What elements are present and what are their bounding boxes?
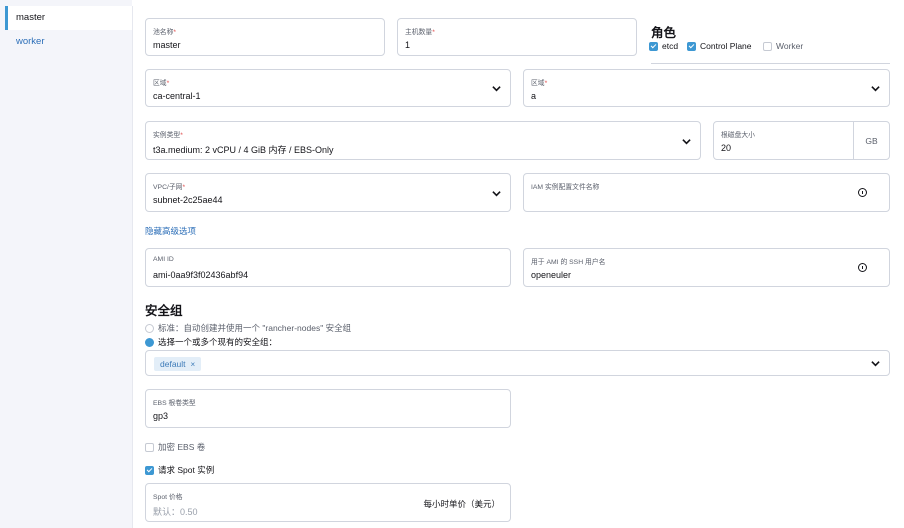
chevron-down-icon xyxy=(871,361,880,367)
pool-config-panel: 池名称* master 主机数量* 1 角色 etcd Control Plan… xyxy=(132,6,904,528)
worker-checkbox[interactable]: Worker xyxy=(763,41,803,51)
pool-name-field[interactable]: 池名称* master xyxy=(145,18,385,56)
sidebar-item-label: worker xyxy=(16,36,45,47)
instance-type-select[interactable]: 实例类型* t3a.medium: 2 vCPU / 4 GiB 内存 / EB… xyxy=(145,121,701,160)
root-disk-size-label: 根磁盘大小 xyxy=(721,132,755,139)
security-group-title: 安全组 xyxy=(145,304,183,318)
ebs-volume-type-label: EBS 根卷类型 xyxy=(153,400,196,407)
iam-profile-field[interactable]: IAM 实例配置文件名称 xyxy=(523,173,890,212)
security-group-select[interactable]: default × xyxy=(145,350,890,376)
etcd-label: etcd xyxy=(662,41,679,51)
roles-title: 角色 xyxy=(651,26,677,40)
checkbox-unchecked-icon xyxy=(145,442,154,452)
sidebar-item-worker[interactable]: worker xyxy=(5,30,132,54)
ssh-user-field[interactable]: 用于 AMI 的 SSH 用户名 openeuler xyxy=(523,248,890,287)
instance-type-label: 实例类型 xyxy=(153,132,181,139)
chevron-down-icon xyxy=(492,86,501,92)
checkbox-unchecked-icon xyxy=(763,41,772,51)
checkbox-checked-icon xyxy=(687,41,696,51)
ssh-user-value: openeuler xyxy=(531,270,572,280)
standard-security-label: 标准：自动创建并使用一个 "rancher-nodes" 安全组 xyxy=(158,323,352,333)
radio-unchecked-icon xyxy=(145,323,154,333)
control-plane-label: Control Plane xyxy=(700,41,752,51)
ami-id-value: ami-0aa9f3f02436abf94 xyxy=(153,270,249,280)
pool-sidebar: master worker xyxy=(0,0,132,528)
chevron-down-icon xyxy=(492,190,501,196)
info-icon[interactable] xyxy=(858,188,867,197)
existing-security-label: 选择一个或多个现有的安全组： xyxy=(158,337,278,347)
etcd-checkbox[interactable]: etcd xyxy=(649,41,678,51)
spot-price-label: Spot 价格 xyxy=(153,494,183,501)
spot-instance-label: 请求 Spot 实例 xyxy=(158,465,215,475)
spot-price-field[interactable]: Spot 价格 默认：0.50 每小时单价（美元） xyxy=(145,483,511,522)
pool-name-value: master xyxy=(153,40,181,50)
encrypt-ebs-checkbox[interactable]: 加密 EBS 卷 xyxy=(145,441,205,453)
iam-profile-label: IAM 实例配置文件名称 xyxy=(531,184,600,191)
region-select[interactable]: 区域* ca-central-1 xyxy=(145,69,511,107)
root-disk-size-value: 20 xyxy=(721,143,732,153)
radio-checked-icon xyxy=(145,337,154,347)
pool-name-label: 池名称 xyxy=(153,29,174,36)
node-count-label: 主机数量 xyxy=(405,29,433,36)
chevron-down-icon xyxy=(682,138,691,144)
ami-id-label: AMI ID xyxy=(153,256,174,263)
zone-select[interactable]: 区域* a xyxy=(523,69,890,107)
security-group-tag: default × xyxy=(154,357,202,371)
checkbox-checked-icon xyxy=(649,41,658,51)
vpc-subnet-select[interactable]: VPC/子网* subnet-2c25ae44 xyxy=(145,173,511,212)
worker-label: Worker xyxy=(776,41,804,51)
disk-unit: GB xyxy=(853,122,889,159)
spot-instance-checkbox[interactable]: 请求 Spot 实例 xyxy=(145,464,214,476)
spot-price-placeholder: 默认：0.50 xyxy=(153,507,198,517)
spot-price-unit: 每小时单价（美元） xyxy=(423,499,500,509)
region-value: ca-central-1 xyxy=(153,91,201,101)
ami-id-field[interactable]: AMI ID ami-0aa9f3f02436abf94 xyxy=(145,248,511,287)
divider xyxy=(651,63,890,64)
zone-value: a xyxy=(531,91,537,101)
ebs-volume-type-value: gp3 xyxy=(153,411,169,421)
chevron-down-icon xyxy=(871,86,880,92)
sidebar-item-master[interactable]: master xyxy=(5,6,132,30)
node-count-value: 1 xyxy=(405,40,411,50)
vpc-subnet-value: subnet-2c25ae44 xyxy=(153,195,223,205)
existing-security-radio[interactable]: 选择一个或多个现有的安全组： xyxy=(145,336,277,348)
sidebar-item-label: master xyxy=(16,12,46,23)
control-plane-checkbox[interactable]: Control Plane xyxy=(687,41,752,51)
hide-advanced-link[interactable]: 隐藏高级选项 xyxy=(145,225,196,237)
vpc-subnet-label: VPC/子网 xyxy=(153,184,183,191)
instance-type-value: t3a.medium: 2 vCPU / 4 GiB 内存 / EBS-Only xyxy=(153,145,334,155)
root-disk-size-field[interactable]: 根磁盘大小 20 GB xyxy=(713,121,890,160)
info-icon[interactable] xyxy=(858,263,867,272)
encrypt-ebs-label: 加密 EBS 卷 xyxy=(158,442,206,452)
ssh-user-label: 用于 AMI 的 SSH 用户名 xyxy=(531,259,606,266)
checkbox-checked-icon xyxy=(145,465,154,475)
region-label: 区域 xyxy=(153,80,167,87)
standard-security-radio[interactable]: 标准：自动创建并使用一个 "rancher-nodes" 安全组 xyxy=(145,322,351,334)
tag-label: default xyxy=(160,359,186,369)
ebs-volume-type-field[interactable]: EBS 根卷类型 gp3 xyxy=(145,389,511,428)
zone-label: 区域 xyxy=(531,80,545,87)
remove-tag-icon[interactable]: × xyxy=(191,360,196,369)
node-count-field[interactable]: 主机数量* 1 xyxy=(397,18,637,56)
